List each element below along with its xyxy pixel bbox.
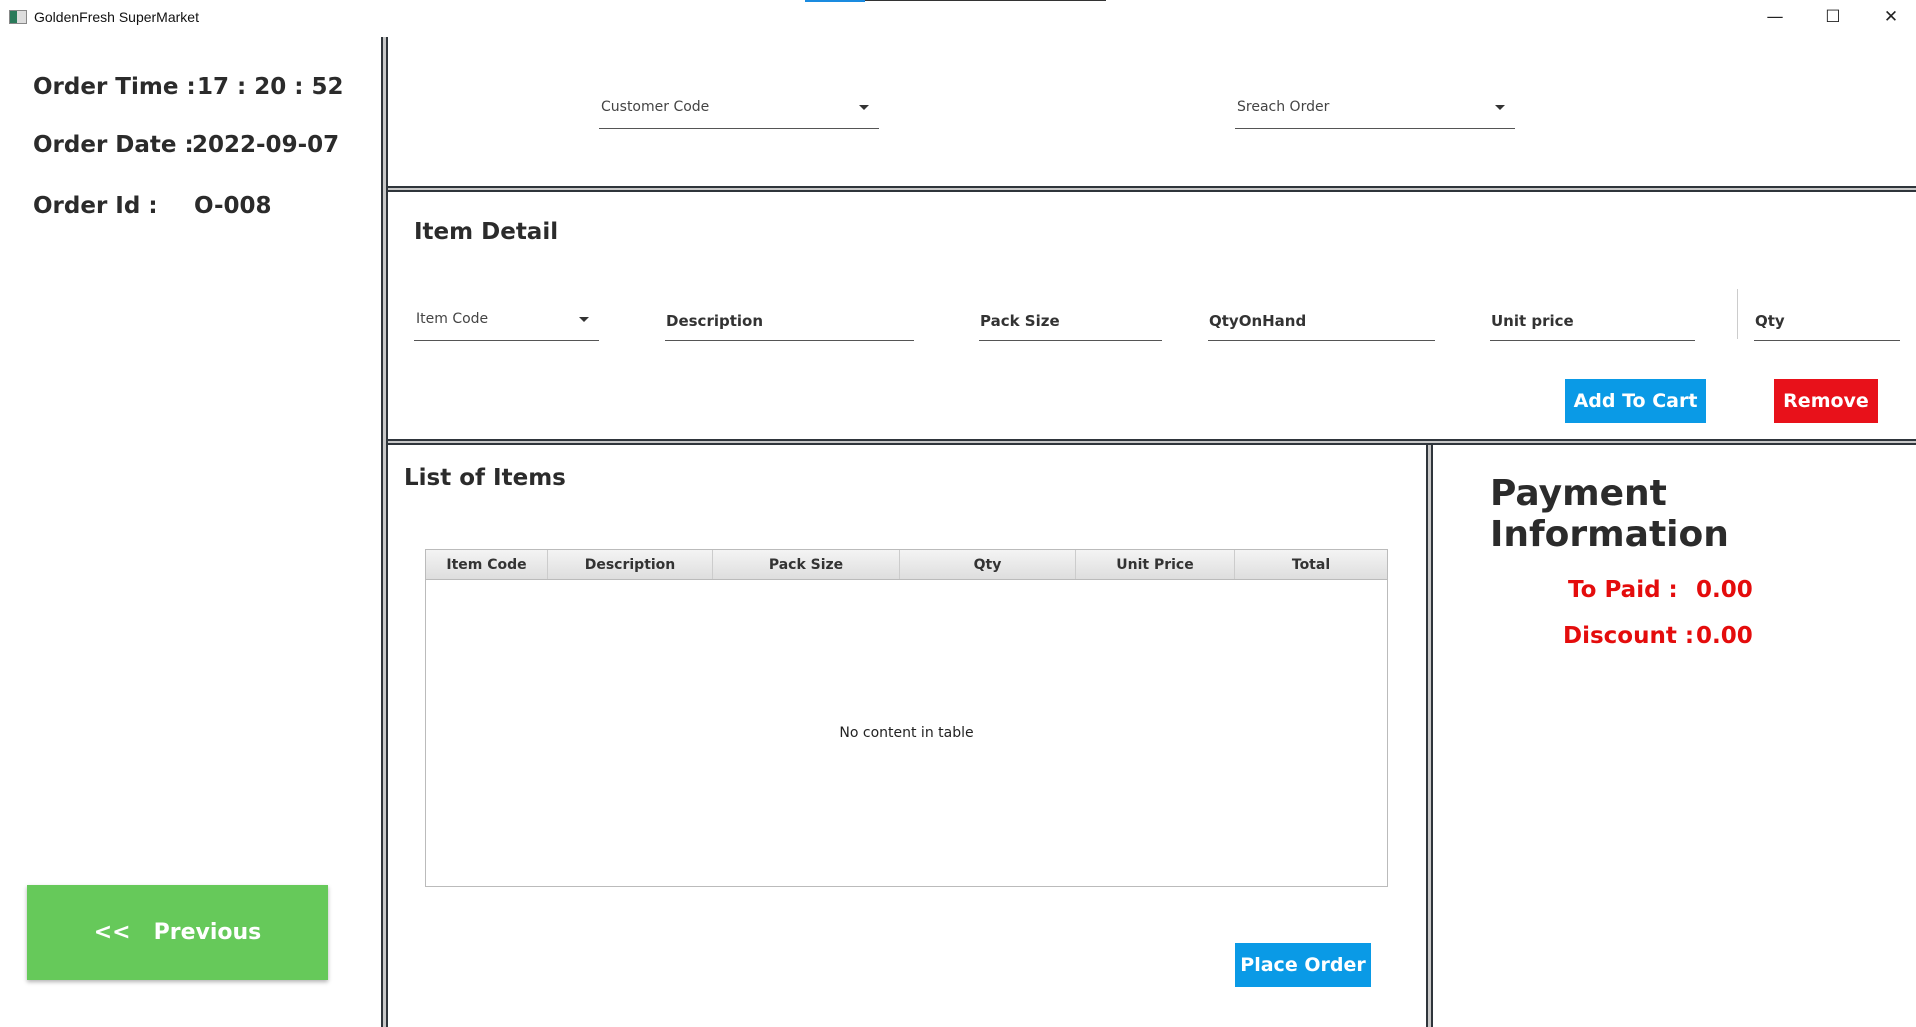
to-paid-label: To Paid : — [1568, 577, 1678, 603]
unit-price-label: Unit price — [1491, 312, 1574, 330]
description-label: Description — [666, 312, 764, 330]
chevron-down-icon — [1495, 105, 1505, 110]
maximize-button[interactable]: ☐ — [1813, 4, 1853, 30]
item-code-combo[interactable]: Item Code — [414, 295, 599, 341]
description-field[interactable]: Description — [665, 295, 914, 341]
list-of-items-title: List of Items — [404, 465, 566, 491]
order-time-label: Order Time : — [33, 74, 196, 100]
top-divider — [388, 186, 1916, 192]
item-code-placeholder: Item Code — [416, 311, 489, 327]
field-separator — [1737, 289, 1738, 339]
order-id-value: O-008 — [194, 193, 272, 219]
empty-table-message: No content in table — [839, 725, 974, 741]
qty-field[interactable]: Qty — [1754, 295, 1900, 341]
column-item-code[interactable]: Item Code — [426, 550, 548, 579]
items-table[interactable]: Item Code Description Pack Size Qty Unit… — [425, 549, 1388, 887]
search-order-combo[interactable]: Sreach Order — [1235, 83, 1515, 129]
column-total[interactable]: Total — [1235, 550, 1387, 579]
qty-on-hand-label: QtyOnHand — [1209, 312, 1307, 330]
add-to-cart-button[interactable]: Add To Cart — [1565, 379, 1706, 423]
close-button[interactable]: ✕ — [1871, 4, 1911, 30]
window-title: GoldenFresh SuperMarket — [34, 9, 199, 25]
table-header: Item Code Description Pack Size Qty Unit… — [426, 550, 1387, 580]
search-order-placeholder: Sreach Order — [1237, 99, 1330, 115]
order-time-value: 17 : 20 : 52 — [197, 74, 344, 100]
minimize-button[interactable]: — — [1755, 4, 1795, 30]
qty-on-hand-field[interactable]: QtyOnHand — [1208, 295, 1435, 341]
payment-divider — [1426, 445, 1433, 1027]
discount-value: 0.00 — [1696, 623, 1753, 649]
focus-indicator — [805, 0, 865, 2]
chevron-down-icon — [579, 317, 589, 322]
customer-code-combo[interactable]: Customer Code — [599, 83, 879, 129]
title-bar: GoldenFresh SuperMarket — ☐ ✕ — [0, 0, 1916, 36]
place-order-button[interactable]: Place Order — [1235, 943, 1371, 987]
app-icon — [9, 10, 27, 24]
chevron-down-icon — [859, 105, 869, 110]
column-unit-price[interactable]: Unit Price — [1076, 550, 1235, 579]
previous-button[interactable]: << Previous — [27, 885, 328, 980]
item-detail-title: Item Detail — [414, 219, 559, 245]
left-divider — [381, 37, 388, 1027]
discount-label: Discount : — [1563, 623, 1695, 649]
qty-label: Qty — [1755, 312, 1785, 330]
middle-divider — [388, 439, 1916, 445]
customer-code-placeholder: Customer Code — [601, 99, 710, 115]
payment-information-title: Payment Information — [1490, 473, 1729, 555]
order-date-value: 2022-09-07 — [192, 132, 340, 158]
pack-size-field[interactable]: Pack Size — [979, 295, 1162, 341]
unit-price-field[interactable]: Unit price — [1490, 295, 1695, 341]
column-qty[interactable]: Qty — [900, 550, 1076, 579]
remove-button[interactable]: Remove — [1774, 379, 1878, 423]
column-pack-size[interactable]: Pack Size — [713, 550, 900, 579]
column-description[interactable]: Description — [548, 550, 713, 579]
to-paid-value: 0.00 — [1696, 577, 1753, 603]
pack-size-label: Pack Size — [980, 312, 1060, 330]
order-date-label: Order Date : — [33, 132, 194, 158]
focus-indicator-track — [865, 0, 1106, 1]
order-id-label: Order Id : — [33, 193, 158, 219]
